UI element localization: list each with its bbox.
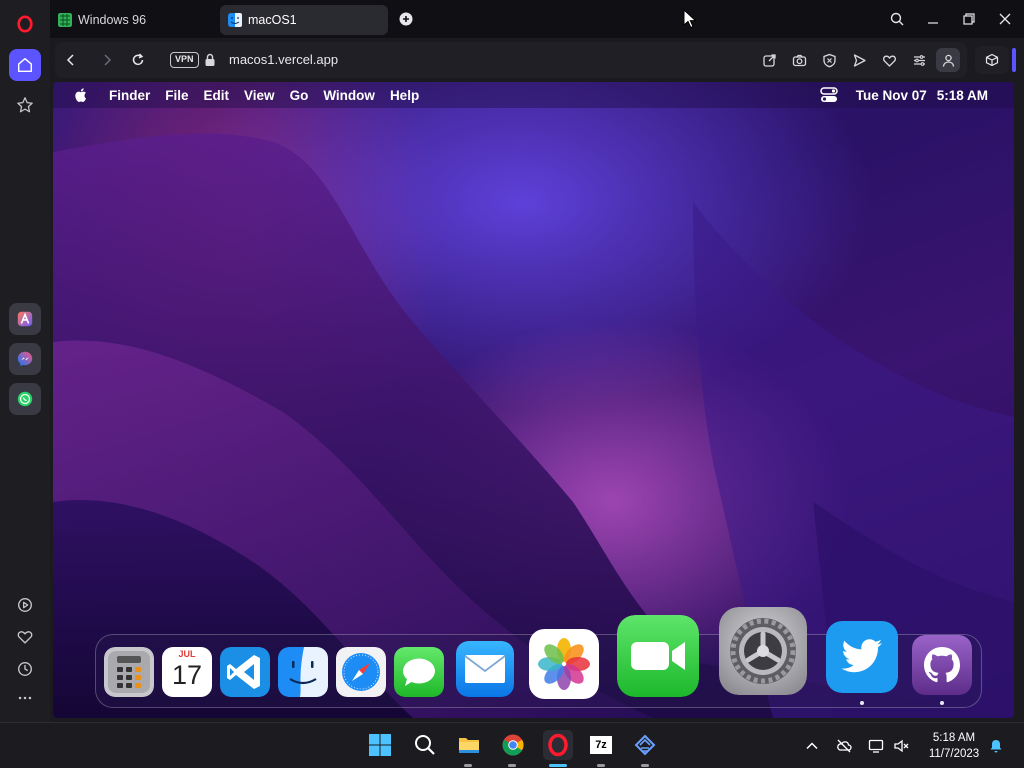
menu-window[interactable]: Window: [323, 88, 375, 103]
more-icon[interactable]: [9, 682, 41, 714]
control-center-icon[interactable]: [819, 87, 838, 103]
taskbar-clock[interactable]: 5:18 AM 11/7/2023: [918, 730, 990, 762]
player-icon[interactable]: [9, 589, 41, 621]
back-icon[interactable]: [59, 48, 83, 72]
clock-time: 5:18 AM: [932, 732, 976, 744]
running-indicator: [860, 701, 864, 705]
dock-vscode-icon[interactable]: [220, 647, 270, 697]
display-icon[interactable]: [866, 736, 886, 756]
onedrive-off-icon[interactable]: [834, 736, 854, 756]
mouse-cursor-icon: [683, 9, 697, 29]
dock-safari-icon[interactable]: [336, 647, 386, 697]
restore-icon[interactable]: [956, 6, 982, 32]
taskbar-search-icon[interactable]: [411, 731, 439, 759]
dock: JUL 17: [95, 607, 982, 708]
forward-icon[interactable]: [95, 48, 119, 72]
tab-label: Windows 96: [78, 13, 147, 27]
dock-settings-icon[interactable]: [719, 607, 807, 695]
star-icon[interactable]: [9, 89, 41, 121]
history-icon[interactable]: [9, 653, 41, 685]
dock-finder-icon[interactable]: [278, 647, 328, 697]
running-indicator: [508, 764, 516, 767]
taskbar: 7z 5:18 AM 11/7/2023: [0, 722, 1024, 768]
dock-github-icon[interactable]: [912, 635, 972, 695]
menu-date[interactable]: Tue Nov 07: [856, 88, 927, 103]
menu-app-name[interactable]: Finder: [109, 88, 150, 103]
menu-edit[interactable]: Edit: [204, 88, 230, 103]
start-icon[interactable]: [366, 731, 394, 759]
dock-mail-icon[interactable]: [456, 641, 514, 697]
notification-bell-icon[interactable]: [986, 736, 1006, 756]
running-indicator: [641, 764, 649, 767]
volume-muted-icon[interactable]: [891, 736, 911, 756]
page-viewport[interactable]: Finder File Edit View Go Window Help Tue…: [53, 82, 1014, 718]
url-field[interactable]: macos1.vercel.app: [229, 52, 338, 67]
opera-icon[interactable]: [543, 730, 573, 760]
home-icon[interactable]: [9, 49, 41, 81]
tab-macos1[interactable]: macOS1: [220, 5, 388, 35]
browser-sidebar: [0, 0, 50, 722]
reload-icon[interactable]: [126, 48, 150, 72]
aria-icon[interactable]: [9, 303, 41, 335]
menu-time[interactable]: 5:18 AM: [937, 88, 988, 103]
easy-setup-icon[interactable]: [909, 50, 929, 70]
running-indicator: [464, 764, 472, 767]
search-icon[interactable]: [884, 6, 910, 32]
whatsapp-icon[interactable]: [9, 383, 41, 415]
address-bar: VPN macos1.vercel.app: [55, 42, 967, 78]
heart-outline-icon[interactable]: [879, 50, 899, 70]
finder-favicon: [228, 13, 242, 27]
calendar-day: 17: [171, 660, 203, 690]
adblock-shield-icon[interactable]: [819, 50, 839, 70]
extensions-icon[interactable]: [975, 46, 1009, 74]
active-indicator: [549, 764, 567, 767]
file-explorer-icon[interactable]: [455, 731, 483, 759]
title-bar: Windows 96 macOS1: [50, 0, 1024, 38]
lock-icon[interactable]: [204, 53, 216, 67]
macos-menu-bar: Finder File Edit View Go Window Help Tue…: [53, 82, 1014, 108]
close-icon[interactable]: [992, 6, 1018, 32]
dock-twitter-icon[interactable]: [826, 621, 898, 693]
7zip-icon[interactable]: 7z: [587, 731, 615, 759]
app-icon[interactable]: [631, 731, 659, 759]
menu-view[interactable]: View: [244, 88, 275, 103]
minimize-icon[interactable]: [920, 6, 946, 32]
share-icon[interactable]: [759, 50, 779, 70]
dock-calendar-icon[interactable]: JUL 17: [162, 647, 212, 697]
dock-messages-icon[interactable]: [394, 647, 444, 697]
vpn-badge[interactable]: VPN: [170, 52, 199, 68]
messenger-icon[interactable]: [9, 343, 41, 375]
send-icon[interactable]: [849, 50, 869, 70]
menu-help[interactable]: Help: [390, 88, 419, 103]
windows96-favicon: [58, 13, 72, 27]
dock-photos-icon[interactable]: [529, 629, 599, 699]
calendar-month: JUL: [178, 649, 196, 659]
menu-bar-status: Tue Nov 07 5:18 AM: [819, 82, 988, 108]
plus-icon[interactable]: [393, 6, 419, 32]
menu-go[interactable]: Go: [290, 88, 309, 103]
heart-icon[interactable]: [9, 621, 41, 653]
tab-label: macOS1: [248, 13, 297, 27]
chrome-icon[interactable]: [499, 731, 527, 759]
camera-icon[interactable]: [789, 50, 809, 70]
running-indicator: [940, 701, 944, 705]
apple-logo-icon[interactable]: [73, 87, 87, 103]
7zip-label: 7z: [590, 736, 612, 754]
sidebar-accent-bar: [1012, 48, 1016, 72]
dock-facetime-icon[interactable]: [617, 615, 699, 697]
tab-windows96[interactable]: Windows 96: [50, 5, 154, 35]
dock-calculator-icon[interactable]: [104, 647, 154, 697]
chevron-up-icon[interactable]: [802, 736, 822, 756]
running-indicator: [597, 764, 605, 767]
clock-date: 11/7/2023: [928, 748, 980, 760]
profile-icon[interactable]: [936, 48, 960, 72]
opera-logo[interactable]: [9, 8, 41, 40]
menu-file[interactable]: File: [165, 88, 188, 103]
